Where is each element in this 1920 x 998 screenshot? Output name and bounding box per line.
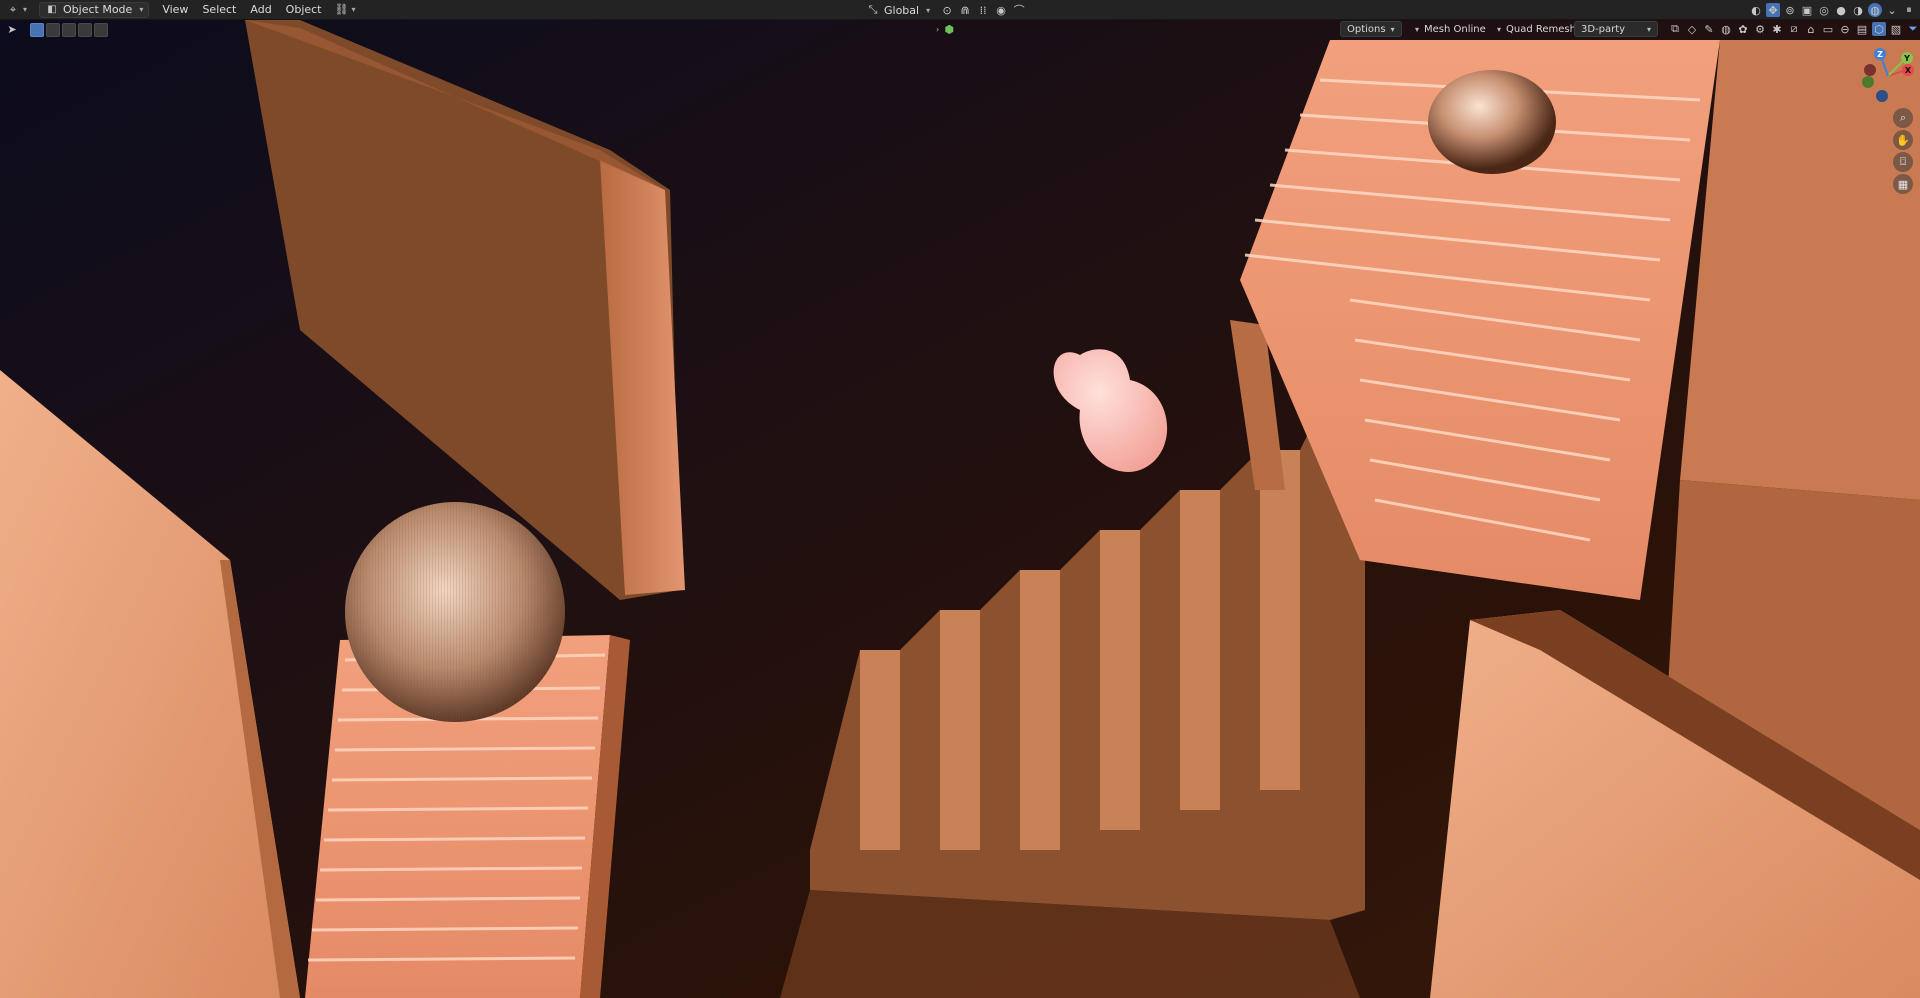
gpencil-toggle[interactable]: ⛓ ▾ bbox=[329, 0, 362, 20]
snap-grid-icon[interactable]: ⁞⁞ bbox=[976, 3, 990, 17]
addon-icon-strip: ⧉ ◇ ✎ ◍ ✿ ⚙ ✱ ⧄ ⌂ ▭ ⊖ ▤ ⬡ ▧ ⏷ ⟁ bbox=[1668, 21, 1920, 37]
frame-icon[interactable]: ▭ bbox=[1821, 22, 1835, 36]
addon-category-dropdown[interactable]: 3D-party ▾ bbox=[1574, 21, 1658, 37]
gizmo-neg-y-axis[interactable] bbox=[1862, 76, 1874, 88]
addon-category-value: 3D-party bbox=[1581, 23, 1626, 35]
shading-wire-icon[interactable]: ◎ bbox=[1817, 3, 1831, 17]
gizmo-y-axis[interactable]: Y bbox=[1901, 52, 1913, 64]
chevron-down-icon: ▾ bbox=[1415, 24, 1420, 34]
menu-object[interactable]: Object bbox=[279, 3, 329, 16]
gizmo-neg-z-axis[interactable] bbox=[1876, 90, 1888, 102]
flower-icon[interactable]: ✿ bbox=[1736, 22, 1750, 36]
viewport-overlays: ◐ ✥ ⊚ ▣ ◎ ● ◑ ◍ ⌄ ⏸ bbox=[1749, 0, 1916, 20]
gizmo-x-axis[interactable]: X bbox=[1902, 64, 1914, 76]
visibility-icon[interactable]: ◐ bbox=[1749, 3, 1763, 17]
editor-type-button[interactable]: ⌖ ▾ bbox=[0, 0, 33, 20]
chevron-down-icon: ▾ bbox=[139, 5, 144, 14]
brush-icon[interactable]: ✎ bbox=[1702, 22, 1716, 36]
viewport-render[interactable] bbox=[0, 0, 1920, 998]
header-bar: ⌖ ▾ ◧ Object Mode ▾ View Select Add Objec… bbox=[0, 0, 1920, 20]
gizmo-toggle-icon[interactable]: ✥ bbox=[1766, 3, 1780, 17]
menu-view[interactable]: View bbox=[155, 3, 195, 16]
pan-hand-icon[interactable]: ✋ bbox=[1893, 130, 1913, 150]
transform-controls: ⤡ Global ▾ ⊙ ⋒ ⁞⁞ ◉ ⌒ bbox=[866, 0, 1026, 20]
chevron-right-icon: › bbox=[936, 24, 940, 34]
cursor-icon: ➤ bbox=[7, 22, 17, 36]
link-icon: ⛓ bbox=[334, 3, 349, 16]
quad-remesh-menu[interactable]: ▾ Quad Remesh bbox=[1490, 21, 1583, 37]
shading-options-icon[interactable]: ⌄ bbox=[1885, 3, 1899, 17]
globe-icon[interactable]: ◍ bbox=[1719, 22, 1733, 36]
select-tool[interactable]: ➤ bbox=[6, 22, 18, 36]
overlay-icon[interactable]: ⊚ bbox=[1783, 3, 1797, 17]
circle-icon[interactable]: ⊖ bbox=[1838, 22, 1852, 36]
camera-icon[interactable]: ⌼ bbox=[1893, 152, 1913, 172]
pause-icon[interactable]: ⏸ bbox=[1902, 3, 1916, 17]
mode-label: Object Mode bbox=[63, 3, 133, 16]
zoom-icon[interactable]: ⌕ bbox=[1893, 108, 1913, 128]
snap-magnet-icon[interactable]: ⋒ bbox=[958, 3, 972, 17]
collection-icon: ⬢ bbox=[944, 22, 954, 36]
gear-icon[interactable]: ⚙ bbox=[1753, 22, 1767, 36]
cube-icon[interactable]: ⬡ bbox=[1872, 22, 1886, 36]
options-label: Options bbox=[1347, 23, 1386, 35]
xray-icon[interactable]: ▣ bbox=[1800, 3, 1814, 17]
mesh-online-menu[interactable]: ▾ Mesh Online bbox=[1408, 21, 1493, 37]
navigation-gizmo[interactable]: Y X Z bbox=[1860, 48, 1916, 104]
object-mode-icon: ◧ bbox=[47, 4, 57, 15]
chevron-down-icon: ▾ bbox=[23, 5, 28, 14]
mode-selector[interactable]: ◧ Object Mode ▾ bbox=[33, 0, 155, 20]
chevron-down-icon: ▾ bbox=[351, 5, 356, 14]
shading-material-icon[interactable]: ◑ bbox=[1851, 3, 1865, 17]
breadcrumb[interactable]: › ⬢ bbox=[936, 22, 956, 36]
shape-icon[interactable]: ◇ bbox=[1685, 22, 1699, 36]
chevron-down-icon: ▾ bbox=[1646, 24, 1651, 34]
slash-icon[interactable]: ⧄ bbox=[1787, 22, 1801, 36]
3d-viewport-icon: ⌖ bbox=[9, 2, 17, 16]
chevron-down-icon: ▾ bbox=[1390, 24, 1395, 34]
menu-add[interactable]: Add bbox=[243, 3, 278, 16]
menu-select[interactable]: Select bbox=[195, 3, 243, 16]
select-new-icon[interactable] bbox=[30, 23, 44, 37]
scene bbox=[0, 0, 1920, 998]
select-invert-icon[interactable] bbox=[78, 23, 92, 37]
shading-solid-icon[interactable]: ● bbox=[1834, 3, 1848, 17]
screen-icon[interactable]: ⧉ bbox=[1668, 22, 1682, 36]
window-icon[interactable]: ▤ bbox=[1855, 22, 1869, 36]
filter-icon[interactable]: ⏷ bbox=[1906, 22, 1920, 36]
gizmo-z-axis[interactable]: Z bbox=[1874, 48, 1886, 60]
orientation-icon: ⤡ bbox=[868, 3, 878, 16]
quad-remesh-label: Quad Remesh bbox=[1506, 23, 1576, 35]
pivot-icon[interactable]: ⊙ bbox=[940, 3, 954, 17]
select-subtract-icon[interactable] bbox=[62, 23, 76, 37]
image-icon[interactable]: ▧ bbox=[1889, 22, 1903, 36]
proportional-edit-icon[interactable]: ◉ bbox=[994, 3, 1008, 17]
chevron-down-icon: ▾ bbox=[926, 5, 931, 15]
selection-mode-group[interactable] bbox=[30, 23, 108, 37]
transform-orientation[interactable]: Global bbox=[884, 4, 919, 17]
grid-icon[interactable]: ▦ bbox=[1893, 174, 1913, 194]
gizmo-neg-x-axis[interactable] bbox=[1864, 64, 1876, 76]
shading-rendered-icon[interactable]: ◍ bbox=[1868, 3, 1882, 17]
options-button[interactable]: Options ▾ bbox=[1340, 21, 1402, 37]
bucket-icon[interactable]: ⌂ bbox=[1804, 22, 1818, 36]
chevron-down-icon: ▾ bbox=[1497, 24, 1502, 34]
mesh-online-label: Mesh Online bbox=[1424, 23, 1486, 35]
select-intersect-icon[interactable] bbox=[94, 23, 108, 37]
select-extend-icon[interactable] bbox=[46, 23, 60, 37]
falloff-icon[interactable]: ⌒ bbox=[1012, 3, 1026, 17]
light-icon[interactable]: ✱ bbox=[1770, 22, 1784, 36]
